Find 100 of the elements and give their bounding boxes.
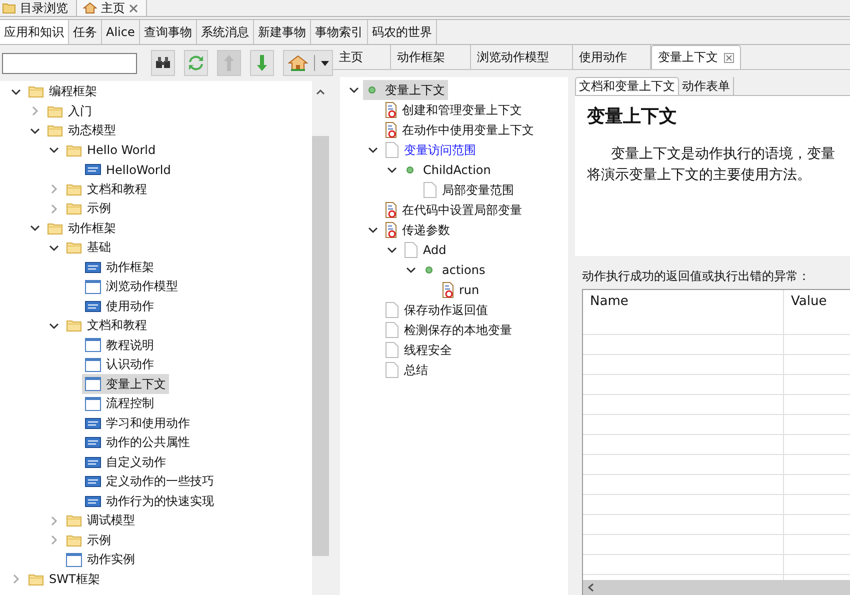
outline-item[interactable]: run bbox=[439, 280, 482, 300]
scroll-left-icon[interactable] bbox=[587, 583, 595, 592]
window-icon bbox=[66, 552, 82, 567]
perspective-tab[interactable]: 系统消息 bbox=[196, 20, 254, 44]
home-icon bbox=[288, 55, 308, 71]
dot-icon bbox=[368, 86, 376, 94]
expander-icon[interactable] bbox=[386, 165, 396, 175]
expander-icon[interactable] bbox=[48, 242, 58, 253]
column-header[interactable]: Name bbox=[583, 290, 784, 334]
tree-item[interactable]: 浏览动作模型 bbox=[82, 276, 181, 297]
tree-item[interactable]: 教程说明 bbox=[82, 335, 157, 356]
expander-icon[interactable] bbox=[386, 245, 396, 255]
tree-item[interactable]: 动作的公共属性 bbox=[82, 432, 193, 453]
expander-icon[interactable] bbox=[368, 225, 378, 235]
tree-item[interactable]: 文档和教程 bbox=[63, 316, 150, 336]
document-tab[interactable]: 文档和变量上下文 bbox=[575, 77, 679, 95]
tree-item[interactable]: 基础 bbox=[63, 238, 114, 258]
tree-item[interactable]: 定义动作的一些技巧 bbox=[82, 472, 217, 492]
expander-icon[interactable] bbox=[48, 145, 58, 156]
down-arrow-button[interactable] bbox=[250, 50, 274, 76]
html-page-icon bbox=[85, 164, 101, 176]
tree-item[interactable]: 动作行为的快速实现 bbox=[82, 491, 217, 512]
tree-item[interactable]: 调试模型 bbox=[63, 510, 138, 531]
view-tab[interactable]: 目录浏览 bbox=[0, 0, 76, 16]
caret-icon bbox=[320, 60, 329, 66]
tree-item[interactable]: 动作框架 bbox=[44, 218, 119, 238]
tree-item[interactable]: HelloWorld bbox=[82, 160, 174, 180]
expander-icon[interactable] bbox=[30, 223, 40, 234]
paragraph-line: 将演示变量上下文的主要使用方法。 bbox=[587, 166, 811, 185]
expander-icon[interactable] bbox=[10, 86, 20, 97]
page-icon bbox=[423, 182, 437, 198]
tree-item[interactable]: 示例 bbox=[63, 198, 114, 219]
window-icon bbox=[85, 396, 101, 411]
tree-item[interactable]: 动态模型 bbox=[44, 120, 119, 141]
editor-tab[interactable]: 浏览动作模型 bbox=[471, 45, 573, 69]
tree-item[interactable]: 认识动作 bbox=[82, 354, 157, 375]
tree-item[interactable]: 动作实例 bbox=[63, 550, 138, 570]
document-tab[interactable]: 动作表单 bbox=[679, 77, 734, 95]
outline-item[interactable]: 检测保存的本地变量 bbox=[382, 320, 515, 340]
tree-item[interactable]: 动作框架 bbox=[82, 257, 157, 278]
tree-item[interactable]: Hello World bbox=[63, 140, 159, 160]
window-icon bbox=[85, 377, 101, 392]
tree-item[interactable]: SWT框架 bbox=[25, 569, 103, 590]
home-button[interactable] bbox=[283, 50, 333, 76]
view-tab[interactable]: 主页 bbox=[76, 0, 147, 16]
expander-icon[interactable] bbox=[348, 85, 358, 95]
perspective-tab[interactable]: 新建事物 bbox=[254, 20, 311, 44]
editor-tab[interactable]: 动作框架 bbox=[391, 45, 471, 69]
outline-item[interactable]: 局部变量范围 bbox=[420, 180, 517, 200]
scroll-up-icon[interactable] bbox=[316, 89, 325, 95]
perspective-tab[interactable]: 应用和知识 bbox=[0, 20, 69, 44]
perspective-tab[interactable]: 码农的世界 bbox=[368, 20, 437, 44]
tree-item[interactable]: 学习和使用动作 bbox=[82, 413, 193, 434]
perspective-tab[interactable]: Alice bbox=[102, 20, 140, 44]
outline-item[interactable]: 变量上下文 bbox=[363, 80, 448, 100]
perspective-tab[interactable]: 任务 bbox=[69, 20, 102, 44]
tree-item[interactable]: 自定义动作 bbox=[82, 452, 169, 472]
tree-item[interactable]: 流程控制 bbox=[82, 394, 157, 414]
folder-icon bbox=[47, 222, 63, 235]
outline-item[interactable]: 保存动作返回值 bbox=[382, 300, 491, 320]
outline-item[interactable]: 线程安全 bbox=[382, 340, 455, 360]
outline-item[interactable]: ChildAction bbox=[401, 160, 494, 180]
outline-item[interactable]: 总结 bbox=[382, 360, 431, 380]
close-icon[interactable] bbox=[724, 52, 734, 62]
tree-item[interactable]: 入门 bbox=[44, 101, 95, 122]
expander-icon[interactable] bbox=[30, 126, 40, 136]
editor-tab[interactable]: 变量上下文 bbox=[651, 45, 741, 69]
binoculars-icon bbox=[155, 56, 172, 70]
action-page-icon bbox=[385, 122, 397, 138]
document-heading: 变量上下文 bbox=[587, 105, 677, 128]
editor-tab[interactable]: 主页 bbox=[333, 45, 391, 69]
folder-icon bbox=[2, 2, 16, 14]
outline-item[interactable]: 创建和管理变量上下文 bbox=[382, 100, 525, 120]
arrow-icon bbox=[256, 54, 268, 72]
close-icon[interactable] bbox=[129, 4, 138, 12]
refresh-button[interactable] bbox=[184, 50, 208, 76]
outline-item[interactable]: 在代码中设置局部变量 bbox=[382, 200, 525, 220]
outline-item[interactable]: Add bbox=[401, 240, 450, 260]
tree-item[interactable]: 示例 bbox=[63, 530, 114, 550]
tree-item[interactable]: 变量上下文 bbox=[82, 374, 169, 394]
horizontal-scrollbar[interactable] bbox=[583, 580, 850, 595]
outline-item[interactable]: 传递参数 bbox=[382, 220, 453, 240]
result-label: 动作执行成功的返回值或执行出错的异常： bbox=[582, 268, 810, 285]
tree-item[interactable]: 编程框架 bbox=[25, 82, 100, 102]
perspective-tab[interactable]: 事物索引 bbox=[310, 20, 368, 44]
outline-item[interactable]: 变量访问范围 bbox=[382, 140, 479, 160]
find-button[interactable] bbox=[151, 50, 176, 76]
folder-icon bbox=[66, 182, 82, 196]
expander-icon[interactable] bbox=[368, 145, 378, 155]
column-header[interactable]: Value bbox=[784, 290, 834, 334]
folder-icon bbox=[66, 241, 82, 254]
outline-item[interactable]: 在动作中使用变量上下文 bbox=[382, 120, 537, 140]
expander-icon[interactable] bbox=[406, 265, 416, 275]
refresh-icon bbox=[188, 55, 204, 71]
search-field[interactable] bbox=[2, 52, 137, 74]
expander-icon[interactable] bbox=[48, 320, 58, 331]
tree-item[interactable]: 使用动作 bbox=[82, 296, 157, 316]
perspective-tab[interactable]: 查询事物 bbox=[140, 20, 197, 44]
outline-item[interactable]: actions bbox=[420, 260, 488, 280]
tree-item[interactable]: 文档和教程 bbox=[63, 179, 150, 200]
